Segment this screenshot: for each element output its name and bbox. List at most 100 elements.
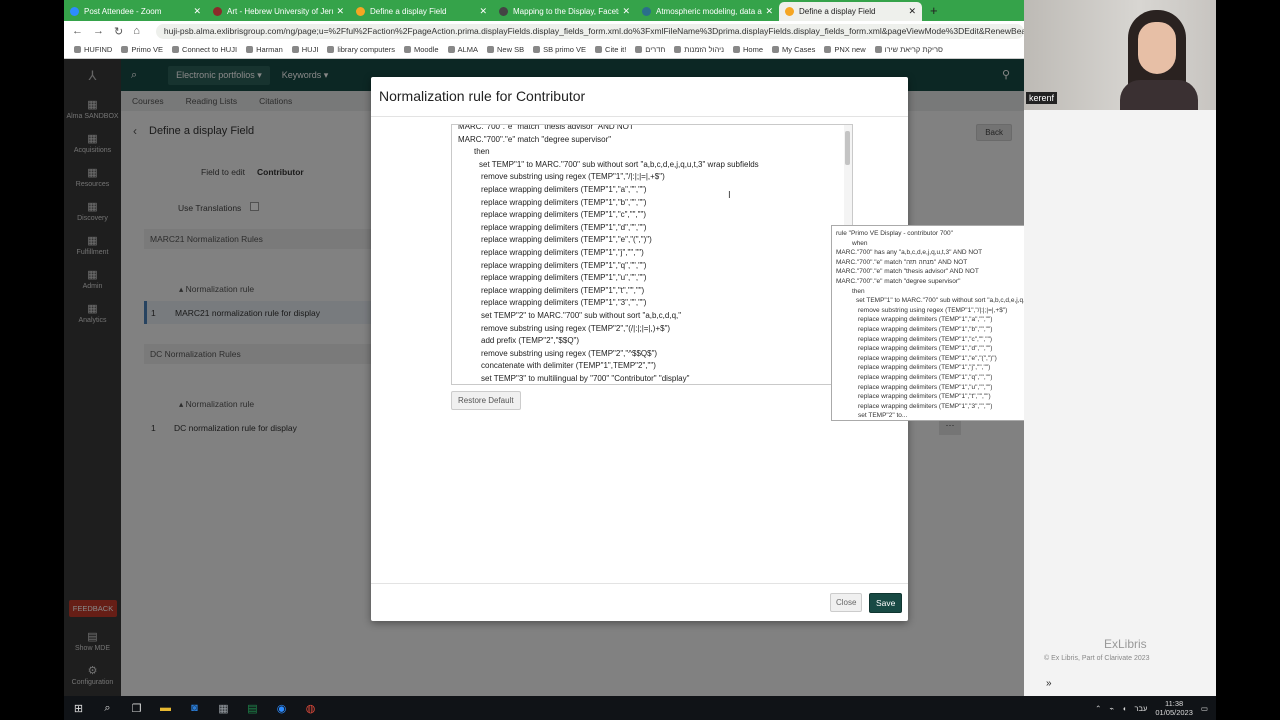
bookmark-item[interactable]: Primo VE	[121, 45, 163, 54]
clock[interactable]: 11:38 01/05/2023	[1155, 699, 1193, 717]
restore-default-button[interactable]: Restore Default	[451, 391, 521, 410]
bookmark-item[interactable]: Cite it!	[595, 45, 626, 54]
normalization-rule-dialog: Normalization rule for Contributor MARC.…	[371, 77, 908, 621]
webcam-video: kerenf	[1024, 0, 1216, 110]
file-explorer-icon[interactable]: ▬	[151, 696, 180, 720]
system-tray: ⌃ ⌁ ◖ עבר 11:38 01/05/2023 ▭	[1095, 696, 1208, 720]
excel-icon[interactable]: ▤	[238, 696, 267, 720]
close-button[interactable]: Close	[830, 593, 863, 612]
tray-chevron-icon[interactable]: ⌃	[1095, 704, 1101, 713]
reload-icon[interactable]: ↻	[114, 25, 123, 38]
bookmark-icon	[487, 46, 494, 53]
code-line: set TEMP"2" to MARC."700" sub without so…	[481, 310, 682, 320]
save-button[interactable]: Save	[869, 593, 903, 613]
forward-arrow-icon[interactable]: →	[93, 25, 104, 37]
close-tab-icon[interactable]: ✕	[336, 6, 344, 17]
close-tab-icon[interactable]: ✕	[479, 6, 487, 17]
bookmark-item[interactable]: My Cases	[772, 45, 815, 54]
browser-tab[interactable]: Mapping to the Display, Facets, a ✕	[493, 2, 636, 21]
expand-chevron-icon[interactable]: »	[1046, 678, 1052, 689]
bookmark-item[interactable]: סריקת קריאת שירו	[874, 45, 943, 54]
search-icon[interactable]: ⌕	[93, 696, 122, 720]
close-tab-icon[interactable]: ✕	[765, 6, 773, 17]
bookmark-icon	[447, 46, 455, 53]
start-icon[interactable]: ⊞	[64, 696, 93, 720]
close-tab-icon[interactable]: ✕	[622, 6, 630, 17]
zoom-icon[interactable]: ◉	[267, 696, 296, 720]
browser-tab[interactable]: Art - Hebrew University of Jerus ✕	[207, 2, 350, 21]
code-line: remove substring using regex (TEMP"1","/…	[481, 172, 665, 182]
bookmark-icon	[635, 46, 643, 53]
code-line: remove substring using regex (TEMP"2","^…	[481, 348, 658, 358]
volume-icon[interactable]: ◖	[1122, 704, 1127, 713]
outlook-icon[interactable]: ◙	[180, 696, 209, 720]
bookmark-icon	[595, 46, 603, 53]
close-tab-icon[interactable]: ✕	[908, 6, 916, 17]
bookmark-icon	[246, 46, 254, 53]
screen: Post Attendee - Zoom ✕ Art - Hebrew Univer…	[0, 0, 1280, 720]
page-icon	[499, 7, 508, 16]
bookmark-label: סריקת קריאת שירו	[884, 45, 943, 54]
bookmark-label: Moodle	[413, 45, 439, 54]
browser-tab[interactable]: Define a display Field ✕	[779, 2, 922, 21]
bookmark-label: Connect to HUJI	[182, 45, 238, 54]
bookmark-item[interactable]: PNX new	[824, 45, 866, 54]
bookmark-item[interactable]: Moodle	[403, 45, 439, 54]
bookmark-label: New SB	[497, 45, 525, 54]
bookmark-label: HUJI	[301, 45, 319, 54]
bookmark-item[interactable]: New SB	[487, 45, 524, 54]
bookmark-item[interactable]: ניהול הזמנות	[674, 45, 724, 54]
network-icon[interactable]: ⌁	[1109, 704, 1114, 713]
browser-tab[interactable]: Define a display Field ✕	[350, 2, 493, 21]
task-view-icon[interactable]: ❐	[122, 696, 151, 720]
bookmark-item[interactable]: Home	[733, 45, 763, 54]
browser-tab[interactable]: Post Attendee - Zoom ✕	[64, 2, 207, 21]
bookmark-item[interactable]: HUFIND	[74, 45, 112, 54]
participant-name: kerenf	[1026, 92, 1058, 104]
calculator-icon[interactable]: ▦	[209, 696, 238, 720]
zoom-icon	[70, 7, 79, 16]
home-icon[interactable]: ⌂	[133, 25, 140, 37]
divider	[371, 583, 908, 584]
bookmark-item[interactable]: חדרים	[635, 45, 665, 54]
bookmark-label: ALMA	[457, 45, 478, 54]
chrome-icon[interactable]: ◍	[296, 696, 325, 720]
person-body	[1120, 80, 1198, 110]
copyright-text: © Ex Libris, Part of Clarivate 2023	[1044, 655, 1150, 662]
right-pane: ExLibris © Ex Libris, Part of Clarivate …	[1024, 110, 1216, 696]
code-line: replace wrapping delimiters (TEMP"1","u"…	[481, 273, 647, 283]
bookmark-label: My Cases	[782, 45, 816, 54]
dialog-title: Normalization rule for Contributor	[379, 88, 586, 104]
code-line: replace wrapping delimiters (TEMP"1","t"…	[481, 285, 645, 295]
tab-title: Art - Hebrew University of Jerus	[227, 7, 334, 16]
bookmark-icon	[172, 46, 180, 53]
text-cursor-icon: I	[728, 190, 731, 201]
code-line: remove substring using regex (TEMP"2","(…	[481, 323, 671, 333]
new-tab-icon[interactable]: +	[922, 3, 946, 18]
bookmark-icon	[533, 46, 541, 53]
code-line: replace wrapping delimiters (TEMP"1","e"…	[481, 235, 652, 245]
code-line: replace wrapping delimiters (TEMP"1","c"…	[481, 210, 646, 220]
url-field[interactable]: huji-psb.alma.exlibrisgroup.com/ng/page;…	[155, 23, 1024, 39]
bookmark-item[interactable]: ALMA	[447, 45, 478, 54]
bookmark-icon	[327, 46, 335, 53]
notifications-icon[interactable]: ▭	[1201, 704, 1208, 713]
close-tab-icon[interactable]: ✕	[193, 6, 201, 17]
bookmark-item[interactable]: library computers	[327, 45, 395, 54]
language-indicator[interactable]: עבר	[1135, 704, 1148, 713]
bookmark-item[interactable]: Harman	[246, 45, 283, 54]
tab-title: Atmospheric modeling, data ass	[656, 7, 763, 16]
bookmark-item[interactable]: Connect to HUJI	[172, 45, 237, 54]
code-line: MARC."700"."e" match "degree supervisor"	[458, 134, 612, 144]
exlibris-logo: ExLibris	[1104, 637, 1147, 651]
rule-editor[interactable]: MARC."700"."e" match "thesis advisor" AN…	[451, 124, 853, 385]
code-line: concatenate with delimiter (TEMP"1",TEMP…	[481, 361, 656, 371]
tab-title: Mapping to the Display, Facets, a	[513, 7, 620, 16]
code-line: replace wrapping delimiters (TEMP"1","q"…	[481, 260, 647, 270]
scrollbar-thumb[interactable]	[845, 131, 850, 165]
browser-tab[interactable]: Atmospheric modeling, data ass ✕	[636, 2, 779, 21]
bookmark-item[interactable]: SB primo VE	[533, 45, 586, 54]
back-arrow-icon[interactable]: ←	[72, 25, 83, 37]
bookmark-icon	[772, 46, 780, 53]
bookmark-item[interactable]: HUJI	[291, 45, 319, 54]
